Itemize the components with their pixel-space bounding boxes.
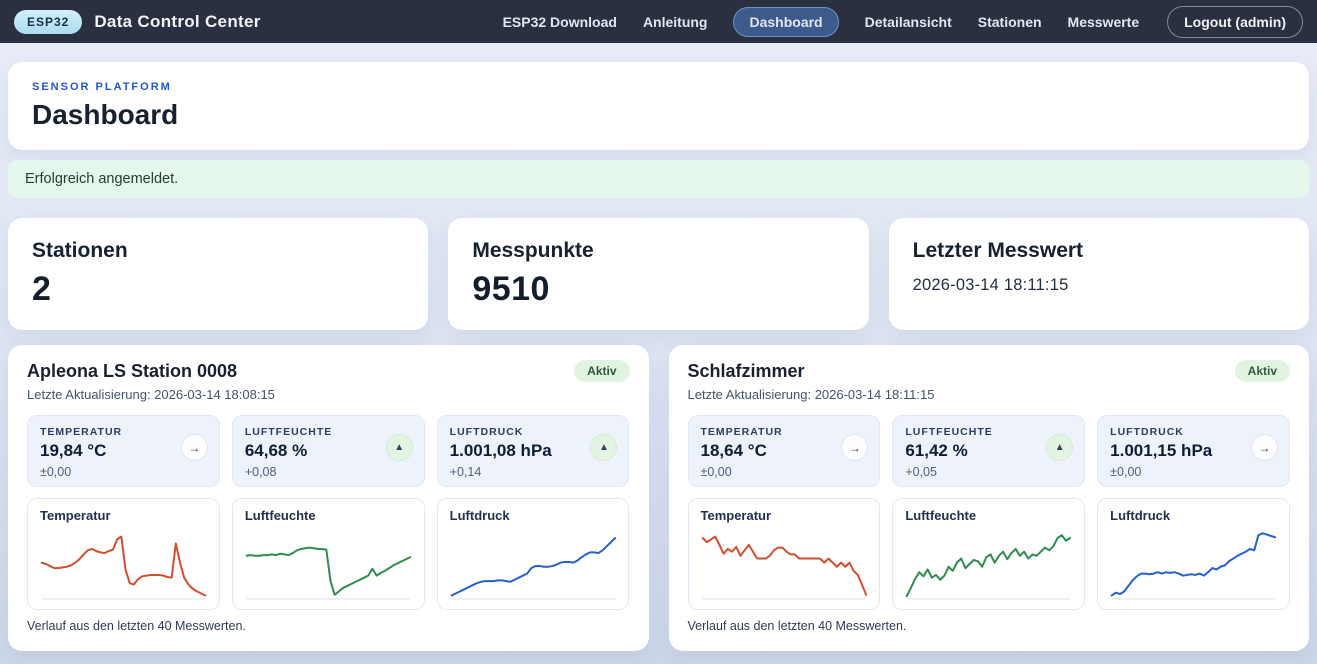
station-name: Schlafzimmer bbox=[688, 361, 805, 382]
chart-title: Luftfeuchte bbox=[905, 508, 1072, 523]
metric-label: LUFTFEUCHTE bbox=[245, 426, 412, 438]
top-navbar: ESP32 Data Control Center ESP32 Download… bbox=[0, 0, 1317, 43]
metric-tile-luftdruck: LUFTDRUCK 1.001,08 hPa +0,14 ▲ bbox=[437, 415, 630, 487]
chart-card-temperatur: Temperatur bbox=[688, 498, 881, 610]
metric-label: LUFTDRUCK bbox=[1110, 426, 1277, 438]
nav-item-detailansicht[interactable]: Detailansicht bbox=[865, 14, 952, 30]
station-footer: Verlauf aus den letzten 40 Messwerten. bbox=[688, 619, 1291, 633]
pressure-sparkline-chart bbox=[450, 526, 617, 602]
stats-row: Stationen 2 Messpunkte 9510 Letzter Mess… bbox=[8, 218, 1309, 330]
esp32-brand-badge: ESP32 bbox=[14, 10, 82, 34]
chart-title: Luftdruck bbox=[450, 508, 617, 523]
chart-row: Temperatur Luftfeuchte Luftdruck bbox=[688, 498, 1291, 610]
stat-value: 9510 bbox=[472, 270, 844, 309]
stat-card-messpunkte: Messpunkte 9510 bbox=[448, 218, 868, 330]
metric-delta: ±0,00 bbox=[40, 465, 207, 479]
nav-item-messwerte[interactable]: Messwerte bbox=[1068, 14, 1140, 30]
station-header: Schlafzimmer Aktiv bbox=[688, 360, 1291, 382]
temperature-sparkline-chart bbox=[40, 526, 207, 602]
stat-card-stationen: Stationen 2 bbox=[8, 218, 428, 330]
station-footer: Verlauf aus den letzten 40 Messwerten. bbox=[27, 619, 630, 633]
metric-delta: ±0,00 bbox=[701, 465, 868, 479]
nav-item-esp32-download[interactable]: ESP32 Download bbox=[503, 14, 617, 30]
chart-card-luftdruck: Luftdruck bbox=[1097, 498, 1290, 610]
metric-row: TEMPERATUR 19,84 °C ±0,00 → LUFTFEUCHTE … bbox=[27, 415, 630, 487]
stations-row: Apleona LS Station 0008 Aktiv Letzte Akt… bbox=[8, 345, 1309, 651]
station-name: Apleona LS Station 0008 bbox=[27, 361, 237, 382]
metric-tile-luftdruck: LUFTDRUCK 1.001,15 hPa ±0,00 → bbox=[1097, 415, 1290, 487]
temperature-sparkline-chart bbox=[701, 526, 868, 602]
station-card-schlafzimmer: Schlafzimmer Aktiv Letzte Aktualisierung… bbox=[669, 345, 1310, 651]
nav-item-stationen[interactable]: Stationen bbox=[978, 14, 1042, 30]
metric-label: TEMPERATUR bbox=[701, 426, 868, 438]
stat-label: Letzter Messwert bbox=[913, 239, 1285, 263]
metric-delta: ±0,00 bbox=[1110, 465, 1277, 479]
main-content: SENSOR PLATFORM Dashboard Erfolgreich an… bbox=[0, 43, 1317, 664]
page-title: Dashboard bbox=[32, 99, 1285, 131]
stat-card-letzter-messwert: Letzter Messwert 2026-03-14 18:11:15 bbox=[889, 218, 1309, 330]
humidity-sparkline-chart bbox=[245, 526, 412, 602]
chart-card-luftfeuchte: Luftfeuchte bbox=[892, 498, 1085, 610]
status-badge: Aktiv bbox=[574, 360, 629, 382]
app-title: Data Control Center bbox=[94, 12, 260, 32]
stat-value: 2 bbox=[32, 270, 404, 309]
metric-label: LUFTFEUCHTE bbox=[905, 426, 1072, 438]
humidity-sparkline-chart bbox=[905, 526, 1072, 602]
trend-flat-icon: → bbox=[1251, 434, 1278, 461]
metric-tile-luftfeuchte: LUFTFEUCHTE 64,68 % +0,08 ▲ bbox=[232, 415, 425, 487]
metric-delta: +0,05 bbox=[905, 465, 1072, 479]
trend-up-icon: ▲ bbox=[1046, 434, 1073, 461]
stat-label: Messpunkte bbox=[472, 239, 844, 263]
metric-label: LUFTDRUCK bbox=[450, 426, 617, 438]
platform-eyebrow: SENSOR PLATFORM bbox=[32, 81, 1285, 93]
chart-title: Luftdruck bbox=[1110, 508, 1277, 523]
pressure-sparkline-chart bbox=[1110, 526, 1277, 602]
page-header-card: SENSOR PLATFORM Dashboard bbox=[8, 62, 1309, 150]
chart-card-luftfeuchte: Luftfeuchte bbox=[232, 498, 425, 610]
chart-card-luftdruck: Luftdruck bbox=[437, 498, 630, 610]
chart-title: Temperatur bbox=[701, 508, 868, 523]
station-last-update: Letzte Aktualisierung: 2026-03-14 18:11:… bbox=[688, 387, 1291, 402]
metric-tile-luftfeuchte: LUFTFEUCHTE 61,42 % +0,05 ▲ bbox=[892, 415, 1085, 487]
chart-title: Luftfeuchte bbox=[245, 508, 412, 523]
metric-tile-temperatur: TEMPERATUR 18,64 °C ±0,00 → bbox=[688, 415, 881, 487]
stat-label: Stationen bbox=[32, 239, 404, 263]
status-badge: Aktiv bbox=[1235, 360, 1290, 382]
chart-title: Temperatur bbox=[40, 508, 207, 523]
chart-card-temperatur: Temperatur bbox=[27, 498, 220, 610]
metric-delta: +0,08 bbox=[245, 465, 412, 479]
trend-flat-icon: → bbox=[181, 434, 208, 461]
trend-up-icon: ▲ bbox=[386, 434, 413, 461]
metric-delta: +0,14 bbox=[450, 465, 617, 479]
nav-links: ESP32 Download Anleitung Dashboard Detai… bbox=[503, 6, 1303, 38]
metric-tile-temperatur: TEMPERATUR 19,84 °C ±0,00 → bbox=[27, 415, 220, 487]
metric-label: TEMPERATUR bbox=[40, 426, 207, 438]
logout-button[interactable]: Logout (admin) bbox=[1167, 6, 1303, 38]
nav-item-dashboard[interactable]: Dashboard bbox=[733, 7, 838, 37]
metric-row: TEMPERATUR 18,64 °C ±0,00 → LUFTFEUCHTE … bbox=[688, 415, 1291, 487]
success-alert: Erfolgreich angemeldet. bbox=[8, 160, 1309, 198]
station-card-apleona: Apleona LS Station 0008 Aktiv Letzte Akt… bbox=[8, 345, 649, 651]
station-last-update: Letzte Aktualisierung: 2026-03-14 18:08:… bbox=[27, 387, 630, 402]
stat-value-timestamp: 2026-03-14 18:11:15 bbox=[913, 276, 1285, 295]
nav-item-anleitung[interactable]: Anleitung bbox=[643, 14, 708, 30]
chart-row: Temperatur Luftfeuchte Luftdruck bbox=[27, 498, 630, 610]
station-header: Apleona LS Station 0008 Aktiv bbox=[27, 360, 630, 382]
